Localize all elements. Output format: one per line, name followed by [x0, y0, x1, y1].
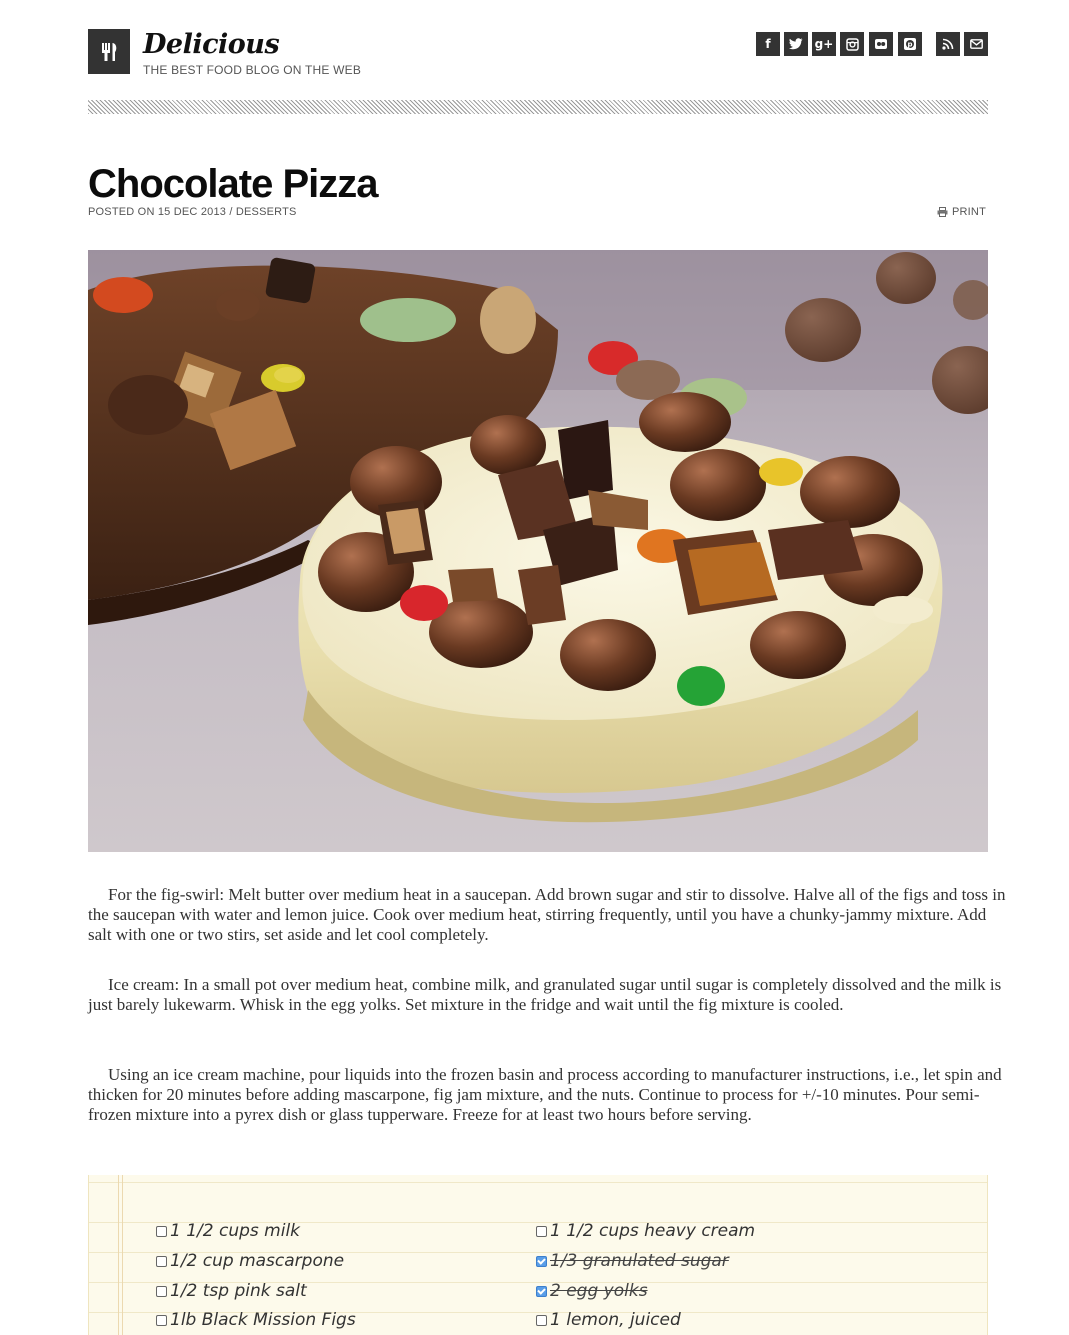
email-icon[interactable]: [964, 32, 988, 56]
ingredient-item[interactable]: 1/2 cup mascarpone: [156, 1251, 344, 1271]
recipe-paragraph-2: Ice cream: In a small pot over medium he…: [88, 975, 1002, 1014]
google-plus-icon[interactable]: g+: [812, 32, 836, 56]
camera-glyph: [845, 37, 859, 51]
instagram-icon[interactable]: [840, 32, 864, 56]
ingredient-label: 1/2 cup mascarpone: [170, 1251, 345, 1271]
svg-text:p: p: [907, 41, 912, 49]
twitter-icon[interactable]: [784, 32, 808, 56]
hero-image: [88, 250, 988, 852]
ingredient-checkbox[interactable]: [536, 1225, 547, 1237]
ingredient-label: 1 lemon, juiced: [550, 1310, 681, 1330]
pinterest-icon[interactable]: p: [898, 32, 922, 56]
post-title: Chocolate Pizza: [88, 162, 379, 206]
ingredient-label: 1 1/2 cups heavy cream: [550, 1221, 756, 1241]
printer-icon: [937, 207, 948, 217]
flickr-glyph: [875, 39, 887, 49]
rss-glyph: [942, 38, 954, 50]
ingredient-label: 1 1/2 cups milk: [170, 1221, 301, 1241]
ingredient-checkbox[interactable]: [156, 1255, 167, 1267]
ingredient-checkbox[interactable]: [536, 1255, 547, 1267]
ingredient-checkbox[interactable]: [536, 1285, 547, 1297]
print-label: PRINT: [952, 206, 986, 218]
site-title[interactable]: Delicious: [143, 28, 280, 62]
ingredient-item[interactable]: 1 lemon, juiced: [536, 1310, 681, 1330]
ingredient-item[interactable]: 2 egg yolks: [536, 1281, 648, 1301]
fork-knife-icon: [102, 43, 117, 61]
ingredient-label: 1/2 tsp pink salt: [170, 1281, 307, 1301]
ingredient-label: 1lb Black Mission Figs: [170, 1310, 356, 1330]
ingredient-item[interactable]: 1/3 granulated sugar: [536, 1251, 729, 1271]
ingredient-checkbox[interactable]: [536, 1314, 547, 1326]
facebook-icon[interactable]: f: [756, 32, 780, 56]
ingredient-item[interactable]: 1 1/2 cups heavy cream: [536, 1221, 755, 1241]
ingredient-checkbox[interactable]: [156, 1225, 167, 1237]
flickr-icon[interactable]: [869, 32, 893, 56]
ingredient-label: 2 egg yolks: [550, 1281, 648, 1301]
ingredient-item[interactable]: 1 1/2 cups milk: [156, 1221, 300, 1241]
card-margin-line: [118, 1175, 119, 1335]
print-button[interactable]: PRINT: [937, 206, 986, 218]
envelope-glyph: [969, 39, 983, 49]
recipe-paragraph-3: Using an ice cream machine, pour liquids…: [88, 1065, 1002, 1124]
site-logo[interactable]: [88, 29, 130, 74]
ingredient-label: 1/3 granulated sugar: [550, 1251, 729, 1271]
card-margin-line: [122, 1175, 123, 1335]
site-tagline: THE BEST FOOD BLOG ON THE WEB: [143, 63, 362, 77]
ingredient-item[interactable]: 1/2 tsp pink salt: [156, 1281, 307, 1301]
recipe-paragraph-1: For the fig-swirl: Melt butter over medi…: [88, 885, 1006, 944]
chocolate-pizza-photo: [88, 250, 988, 852]
pinterest-glyph: p: [904, 38, 916, 50]
rss-icon[interactable]: [936, 32, 960, 56]
ingredient-checkbox[interactable]: [156, 1314, 167, 1326]
ingredient-item[interactable]: 1lb Black Mission Figs: [156, 1310, 356, 1330]
ingredient-checkbox[interactable]: [156, 1285, 167, 1297]
post-meta: POSTED ON 15 DEC 2013 / DESSERTS: [88, 206, 297, 218]
twitter-bird-glyph: [789, 38, 803, 50]
header-divider: [88, 100, 988, 114]
